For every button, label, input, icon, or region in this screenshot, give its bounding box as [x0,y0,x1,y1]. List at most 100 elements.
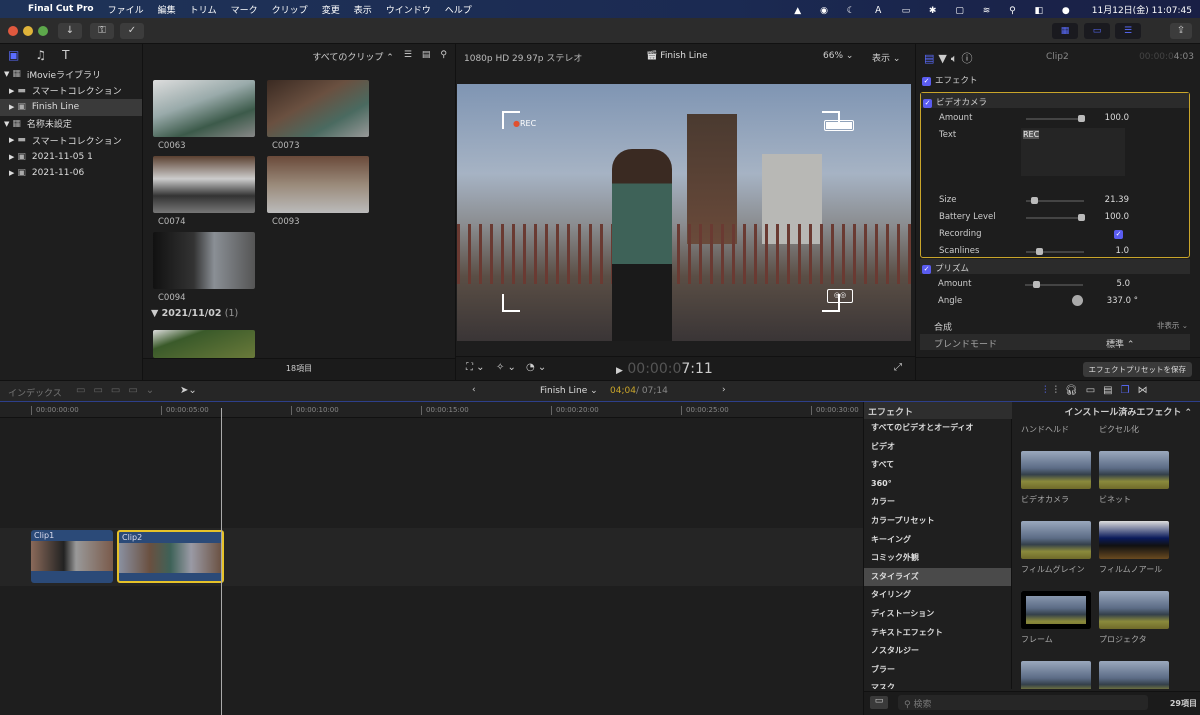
angle-dial[interactable] [1072,295,1083,306]
effect-thumbnail[interactable] [1021,451,1091,489]
video-frame[interactable]: ●REC ◎◎ [457,84,911,341]
clip-thumbnail[interactable] [153,330,255,358]
history-forward-icon[interactable]: › [722,385,726,395]
sidebar-item[interactable]: ▶ ▣ 2021-11-06 [0,165,142,182]
transform-icon[interactable]: ⛶ ⌄ [466,362,485,373]
slider-knob[interactable] [1078,115,1085,122]
menu-file[interactable]: ファイル [108,3,144,16]
history-back-icon[interactable]: ‹ [472,385,476,395]
sidebar-item[interactable]: ▼ ▦ iMovieライブラリ [0,66,142,83]
titles-icon[interactable]: T [62,48,69,62]
filmstrip-icon[interactable]: ▤ [422,50,431,63]
clip-thumbnail[interactable] [267,80,369,137]
sidebar-item[interactable]: ▶ ▬ スマートコレクション [0,83,142,100]
effect-category[interactable]: ノスタルジー [864,642,1011,661]
sidebar-item[interactable]: ▼ ▦ 名称未設定 [0,116,142,133]
save-effects-preset-button[interactable]: エフェクトプリセットを保存 [1082,362,1192,377]
play-icon[interactable]: ▶ [616,366,623,376]
clip-filter-dropdown[interactable]: すべてのクリップ ⌃ [312,50,393,63]
keyword-icon[interactable]: ⚿ [90,23,114,39]
disclosure-icon[interactable]: ▼ [4,120,9,128]
menu-app-name[interactable]: Final Cut Pro [28,4,94,14]
checkbox-icon[interactable]: ✓ [923,99,932,108]
battery-slider[interactable] [1026,214,1085,221]
effect-category[interactable]: コミック外観 [864,549,1011,568]
effect-thumbnail[interactable] [1099,661,1169,689]
timeline-project-dropdown[interactable]: Finish Line ⌄ [540,386,598,396]
zoom-button[interactable] [38,26,48,36]
param-value[interactable]: 1.0 [1115,246,1129,256]
retime-icon[interactable]: ◔ ⌄ [526,362,546,373]
size-slider[interactable] [1026,197,1084,204]
prism-effect-panel[interactable]: ✓ プリズム Amount 5.0 Angle 337.0 ° [920,259,1190,309]
clip-thumbnail[interactable] [267,156,369,213]
timeline-view-icons[interactable]: ⫶⫶🎧︎▭▤❐⋈ [1044,385,1156,396]
minimize-button[interactable] [23,26,33,36]
disclosure-icon[interactable]: ▶ [9,153,14,161]
effects-source-dropdown[interactable]: インストール済みエフェクト ⌃ [1065,405,1193,418]
color-inspector-icon[interactable]: ▼ [938,52,950,65]
menu-clip[interactable]: クリップ [272,3,308,16]
skimming-icon[interactable]: ⫶ [1044,385,1055,396]
param-value[interactable]: 5.0 [1116,279,1130,289]
viewer-timecode[interactable]: ▶ 00:00:07:11 [616,361,713,377]
index-button[interactable]: インデックス [8,386,62,399]
effect-category[interactable]: ディストーション [864,605,1011,624]
slider-knob[interactable] [1036,248,1044,255]
share-icon[interactable]: ⇪ [1170,23,1192,39]
edit-buttons[interactable]: ▭▭▭▭⌄ [76,385,162,396]
search-icon[interactable]: ⚲ [440,50,447,63]
transitions-icon[interactable]: ⋈ [1138,385,1156,396]
slider-knob[interactable] [1032,281,1040,288]
scanlines-slider[interactable] [1026,248,1084,255]
effect-category[interactable]: マスク [864,679,1011,689]
param-value[interactable]: 337.0 ° [1107,296,1138,306]
menu-clock[interactable]: 11月12日(金) 11:07:45 [1092,3,1192,16]
menu-window[interactable]: ウインドウ [386,3,431,16]
menu-view[interactable]: 表示 [354,3,372,16]
effect-thumbnail[interactable] [1021,521,1091,559]
effect-thumbnail[interactable] [1099,521,1169,559]
menu-trim[interactable]: トリム [190,3,217,16]
timeline-clip[interactable]: Clip1 [31,530,113,583]
param-value[interactable]: 100.0 [1105,113,1129,123]
slider-knob[interactable] [1078,214,1085,221]
effect-thumbnail[interactable] [1021,661,1091,689]
video-inspector-icon[interactable]: ▤ [924,52,938,65]
effect-category[interactable]: キーイング [864,531,1011,550]
menu-mark[interactable]: マーク [231,3,258,16]
effect-category[interactable]: カラープリセット [864,512,1011,531]
disclosure-icon[interactable]: ▶ [9,103,14,111]
prism-amount-slider[interactable] [1025,281,1083,288]
effects-section-header[interactable]: ✓ エフェクト [922,74,978,86]
clip-thumbnail[interactable] [153,232,255,289]
effect-category[interactable]: スタイライズ [864,567,1011,587]
enhance-icon[interactable]: ✧ ⌄ [496,362,516,373]
libraries-icon[interactable]: ▣ [8,48,19,62]
clip-appearance-icon[interactable]: ☰ [404,50,412,63]
disclosure-icon[interactable]: ▶ [9,169,14,177]
photos-audio-icon[interactable]: ♫ [35,48,46,62]
timeline[interactable]: 00:00:00:00 00:00:05:00 00:00:10:00 00:00:1… [0,402,863,715]
effect-category[interactable]: タイリング [864,586,1011,605]
checkbox-icon[interactable]: ✓ [922,77,931,86]
param-value[interactable]: 21.39 [1105,195,1129,205]
audio-skimming-icon[interactable]: ⫶ [1055,385,1066,396]
clip-appearance-icon[interactable]: ▤ [1103,385,1120,396]
slider-knob[interactable] [1031,197,1039,204]
disclosure-icon[interactable]: ▶ [9,87,14,95]
close-button[interactable] [8,26,18,36]
import-icon[interactable]: ↓ [58,23,82,39]
solo-icon[interactable]: 🎧︎ [1065,385,1086,396]
menu-help[interactable]: ヘルプ [445,3,472,16]
disclosure-icon[interactable]: ▼ [4,70,9,78]
audio-inspector-icon[interactable]: 🔈︎ [951,52,962,65]
amount-slider[interactable] [1026,115,1085,122]
select-tool-icon[interactable]: ➤⌄ [180,385,197,396]
timeline-toggle-icon[interactable]: ▭ [1084,23,1110,39]
effect-category[interactable]: ブラー [864,661,1011,680]
effect-category[interactable]: カラー [864,493,1011,512]
effect-thumbnail[interactable] [1021,591,1091,629]
menu-modify[interactable]: 変更 [322,3,340,16]
browser-toggle-icon[interactable]: ▦ [1052,23,1078,39]
